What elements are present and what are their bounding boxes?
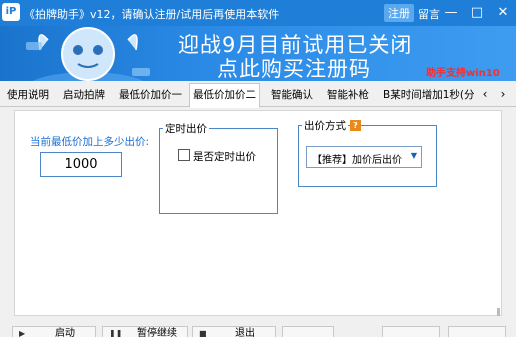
tab-scroll-right-icon[interactable]: › bbox=[496, 86, 510, 104]
price-increment-label: 当前最低价加上多少出价: bbox=[30, 136, 150, 148]
tab-usage[interactable]: 使用说明 bbox=[4, 86, 52, 107]
timed-bid-group-title: 定时出价 bbox=[163, 121, 209, 136]
exit-button[interactable]: ■ 退出 bbox=[192, 326, 276, 337]
play-icon: ▶ bbox=[19, 329, 26, 337]
timed-bid-checkbox-label[interactable]: 是否定时出价 bbox=[193, 149, 256, 164]
title-bar: iP 《拍牌助手》v12，请确认注册/试用后再使用本软件 注册 留言 — □ ✕ bbox=[0, 0, 516, 26]
bid-method-selected: 【推荐】加价后出价 bbox=[312, 155, 402, 166]
tab-scroll-left-icon[interactable]: ‹ bbox=[478, 86, 492, 104]
window-title: 《拍牌助手》v12，请确认注册/试用后再使用本软件 bbox=[24, 8, 280, 21]
register-button[interactable]: 注册 bbox=[384, 4, 414, 22]
help-icon[interactable]: ? bbox=[350, 120, 361, 131]
win10-note: 助手支持win10 bbox=[426, 68, 500, 79]
timed-bid-checkbox[interactable] bbox=[178, 149, 190, 161]
minimize-icon[interactable]: — bbox=[438, 0, 464, 26]
stop-icon: ■ bbox=[199, 329, 207, 337]
extra-button-2[interactable] bbox=[382, 326, 440, 337]
bid-method-select[interactable]: 【推荐】加价后出价 ▼ bbox=[306, 146, 422, 168]
tab-lowest-plus-1[interactable]: 最低价加价一 bbox=[116, 86, 185, 107]
tab-lowest-plus-2[interactable]: 最低价加价二 bbox=[189, 83, 260, 108]
app-icon: iP bbox=[2, 3, 20, 21]
extra-button-3[interactable] bbox=[448, 326, 506, 337]
mascot-logo bbox=[26, 27, 150, 81]
pause-resume-button[interactable]: ❚❚ 暂停继续 bbox=[102, 326, 188, 337]
resize-grip bbox=[497, 308, 500, 316]
promo-banner[interactable]: 迎战9月目前试用已关闭 点此购买注册码 助手支持win10 bbox=[0, 26, 516, 81]
bottom-toolbar: ▶ 启动 ❚❚ 暂停继续 ■ 退出 bbox=[0, 324, 516, 337]
promo-line-2: 点此购买注册码 bbox=[217, 57, 371, 81]
close-icon[interactable]: ✕ bbox=[490, 0, 516, 26]
start-button[interactable]: ▶ 启动 bbox=[12, 326, 96, 337]
maximize-icon[interactable]: □ bbox=[464, 0, 490, 26]
tab-smart-rebid[interactable]: 智能补枪 bbox=[324, 86, 372, 107]
chevron-down-icon: ▼ bbox=[410, 151, 417, 160]
pause-icon: ❚❚ bbox=[109, 329, 123, 337]
tab-bar: 使用说明 启动拍牌 最低价加价一 最低价加价二 智能确认 智能补枪 B某时间增加… bbox=[0, 83, 516, 108]
tab-start[interactable]: 启动拍牌 bbox=[60, 86, 108, 107]
timed-bid-group bbox=[159, 128, 278, 214]
tab-time-offset[interactable]: B某时间增加1秒(分 bbox=[380, 86, 476, 107]
bid-method-group-title: 出价方式 bbox=[302, 118, 348, 133]
extra-button[interactable] bbox=[282, 326, 334, 337]
message-button[interactable]: 留言 bbox=[418, 6, 440, 22]
price-increment-input[interactable] bbox=[40, 152, 122, 177]
tab-smart-confirm[interactable]: 智能确认 bbox=[268, 86, 316, 107]
